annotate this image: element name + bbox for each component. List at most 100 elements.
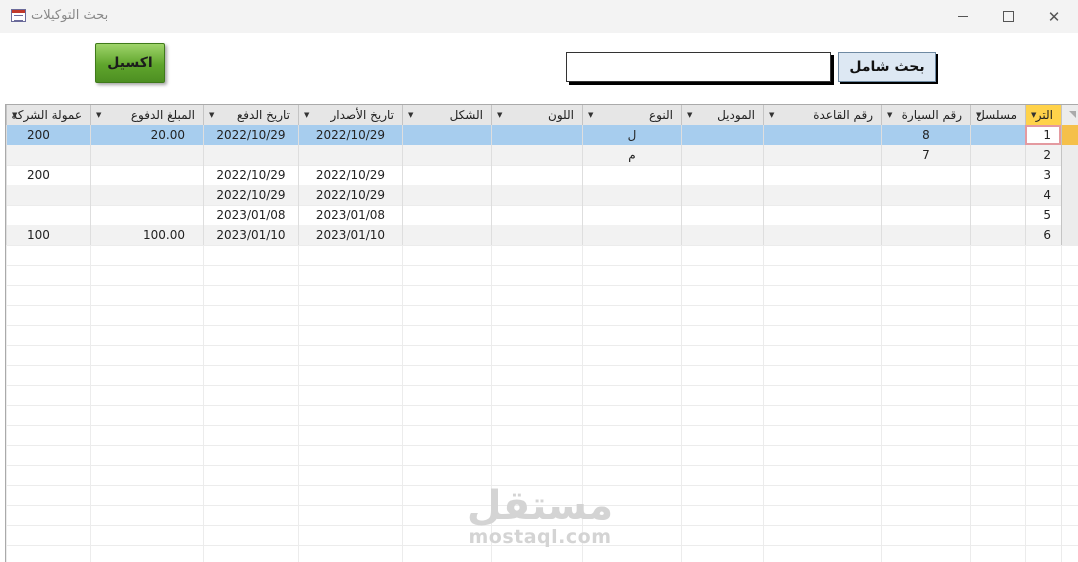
cell-type[interactable] [582, 165, 681, 185]
column-header-type[interactable]: النوع ▼ [582, 105, 681, 125]
search-input[interactable] [566, 52, 831, 82]
dropdown-arrow-icon[interactable]: ▼ [1031, 105, 1036, 125]
column-header-car-no[interactable]: رقم السيارة ▼ [881, 105, 970, 125]
cell-amount[interactable] [90, 205, 203, 225]
cell-shape[interactable] [402, 145, 491, 165]
cell-commission[interactable] [6, 145, 90, 165]
row-selector[interactable] [1061, 185, 1078, 205]
cell-shape[interactable] [402, 125, 491, 145]
cell-commission[interactable]: 200 [6, 165, 90, 185]
cell-issue-date[interactable]: 2023/01/08 [298, 205, 402, 225]
cell-color[interactable] [491, 165, 582, 185]
cell-model[interactable] [681, 125, 763, 145]
cell-pay-date[interactable]: 2022/10/29 [203, 185, 298, 205]
cell-amount[interactable] [90, 145, 203, 165]
cell-color[interactable] [491, 185, 582, 205]
cell-base-no[interactable] [763, 225, 881, 245]
close-button[interactable]: ✕ [1031, 0, 1077, 33]
cell-rownum[interactable]: 5 [1025, 205, 1061, 225]
cell-base-no[interactable] [763, 185, 881, 205]
cell-rownum[interactable]: 1 [1025, 125, 1061, 145]
cell-color[interactable] [491, 205, 582, 225]
table-row[interactable]: 5 2023/01/08 2023/01/08 [6, 205, 1078, 225]
cell-issue-date[interactable]: 2022/10/29 [298, 125, 402, 145]
column-header-issue-date[interactable]: تاريخ الأصدار ▼ [298, 105, 402, 125]
dropdown-arrow-icon[interactable]: ▼ [12, 105, 17, 125]
cell-model[interactable] [681, 145, 763, 165]
cell-commission[interactable]: 100 [6, 225, 90, 245]
column-header-commission[interactable]: عمولة الشركة ▼ [6, 105, 90, 125]
cell-model[interactable] [681, 205, 763, 225]
cell-base-no[interactable] [763, 165, 881, 185]
cell-base-no[interactable] [763, 145, 881, 165]
cell-type[interactable] [582, 205, 681, 225]
excel-export-button[interactable]: اكسيل [95, 43, 165, 83]
cell-rownum[interactable]: 4 [1025, 185, 1061, 205]
row-selector[interactable] [1061, 225, 1078, 245]
cell-serial[interactable] [970, 225, 1025, 245]
cell-amount[interactable] [90, 165, 203, 185]
cell-serial[interactable] [970, 185, 1025, 205]
cell-pay-date[interactable]: 2022/10/29 [203, 165, 298, 185]
dropdown-arrow-icon[interactable]: ▼ [588, 105, 593, 125]
cell-pay-date[interactable] [203, 145, 298, 165]
table-row[interactable]: 3 2022/10/29 2022/10/29 200 [6, 165, 1078, 185]
dropdown-arrow-icon[interactable]: ▼ [769, 105, 774, 125]
cell-shape[interactable] [402, 185, 491, 205]
cell-pay-date[interactable]: 2023/01/08 [203, 205, 298, 225]
cell-color[interactable] [491, 125, 582, 145]
cell-serial[interactable] [970, 125, 1025, 145]
cell-shape[interactable] [402, 205, 491, 225]
cell-model[interactable] [681, 225, 763, 245]
column-header-rownum[interactable]: التر ▼ [1025, 105, 1061, 125]
cell-shape[interactable] [402, 225, 491, 245]
column-header-serial[interactable]: مسلسل ▼ [970, 105, 1025, 125]
cell-serial[interactable] [970, 165, 1025, 185]
cell-commission[interactable] [6, 205, 90, 225]
table-row[interactable]: 1 8 ل 2022/10/29 2022/10/29 20.00 200 [6, 125, 1078, 145]
cell-rownum[interactable]: 2 [1025, 145, 1061, 165]
cell-type[interactable]: م [582, 145, 681, 165]
column-header-color[interactable]: اللون ▼ [491, 105, 582, 125]
select-all-corner[interactable] [1061, 105, 1078, 125]
dropdown-arrow-icon[interactable]: ▼ [687, 105, 692, 125]
cell-car-no[interactable] [881, 185, 970, 205]
cell-commission[interactable] [6, 185, 90, 205]
global-search-button[interactable]: بحث شامل [838, 52, 936, 82]
row-selector[interactable] [1061, 165, 1078, 185]
row-selector[interactable] [1061, 145, 1078, 165]
cell-type[interactable]: ل [582, 125, 681, 145]
cell-car-no[interactable] [881, 225, 970, 245]
cell-type[interactable] [582, 225, 681, 245]
cell-issue-date[interactable] [298, 145, 402, 165]
cell-color[interactable] [491, 145, 582, 165]
column-header-amount[interactable]: المبلغ الدفوع ▼ [90, 105, 203, 125]
cell-type[interactable] [582, 185, 681, 205]
maximize-button[interactable] [985, 0, 1031, 33]
dropdown-arrow-icon[interactable]: ▼ [976, 105, 981, 125]
cell-base-no[interactable] [763, 125, 881, 145]
cell-amount[interactable] [90, 185, 203, 205]
cell-amount[interactable]: 100.00 [90, 225, 203, 245]
cell-issue-date[interactable]: 2022/10/29 [298, 165, 402, 185]
dropdown-arrow-icon[interactable]: ▼ [887, 105, 892, 125]
cell-color[interactable] [491, 225, 582, 245]
cell-base-no[interactable] [763, 205, 881, 225]
cell-car-no[interactable] [881, 205, 970, 225]
cell-issue-date[interactable]: 2022/10/29 [298, 185, 402, 205]
row-selector[interactable] [1061, 125, 1078, 145]
column-header-shape[interactable]: الشكل ▼ [402, 105, 491, 125]
table-row[interactable]: 6 2023/01/10 2023/01/10 100.00 100 [6, 225, 1078, 245]
cell-car-no[interactable] [881, 165, 970, 185]
row-selector[interactable] [1061, 205, 1078, 225]
dropdown-arrow-icon[interactable]: ▼ [304, 105, 309, 125]
cell-rownum[interactable]: 6 [1025, 225, 1061, 245]
column-header-pay-date[interactable]: تاريخ الدفع ▼ [203, 105, 298, 125]
cell-amount[interactable]: 20.00 [90, 125, 203, 145]
cell-model[interactable] [681, 165, 763, 185]
column-header-model[interactable]: الموديل ▼ [681, 105, 763, 125]
minimize-button[interactable] [940, 0, 986, 33]
cell-model[interactable] [681, 185, 763, 205]
dropdown-arrow-icon[interactable]: ▼ [96, 105, 101, 125]
table-row[interactable]: 4 2022/10/29 2022/10/29 [6, 185, 1078, 205]
